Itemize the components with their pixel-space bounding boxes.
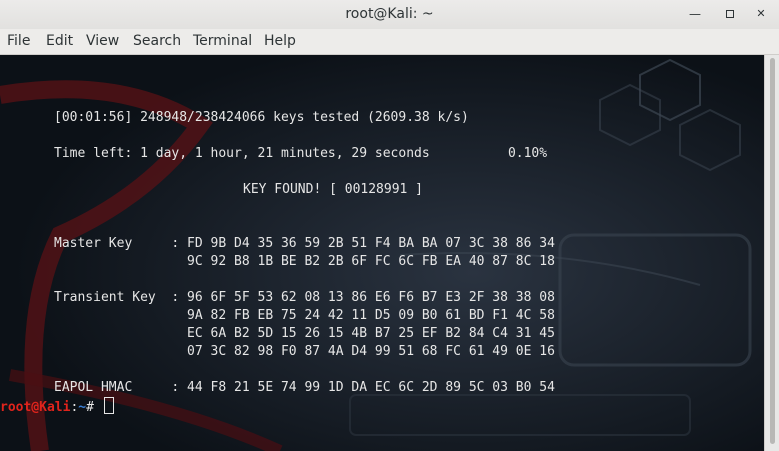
vertical-scrollbar[interactable] <box>764 55 779 451</box>
transient-key-line-3: EC 6A B2 5D 15 26 15 4B B7 25 EF B2 84 C… <box>54 326 555 341</box>
transient-key-line-2: 9A 82 FB EB 75 24 42 11 D5 09 B0 61 BD F… <box>54 308 555 323</box>
maximize-icon[interactable] <box>721 5 739 23</box>
window-title: root@Kali: ~ <box>345 6 434 22</box>
transient-key-line-1: Transient Key : 96 6F 5F 53 62 08 13 86 … <box>54 290 555 305</box>
shell-prompt[interactable]: root@Kali:~# <box>0 397 114 417</box>
master-key-line-1: Master Key : FD 9B D4 35 36 59 2B 51 F4 … <box>54 236 555 251</box>
terminal-output[interactable]: [00:01:56] 248948/238424066 keys tested … <box>0 55 764 451</box>
scrollbar-thumb[interactable] <box>770 58 775 444</box>
menu-terminal[interactable]: Terminal <box>193 33 252 49</box>
prompt-user-host: root@Kali <box>0 400 71 415</box>
menu-view[interactable]: View <box>86 33 119 49</box>
title-bar[interactable]: root@Kali: ~ — ✕ <box>0 0 779 30</box>
text-cursor <box>103 397 114 414</box>
menu-bar: File Edit View Search Terminal Help <box>0 29 779 55</box>
transient-key-line-4: 07 3C 82 98 F0 87 4A D4 99 51 68 FC 61 4… <box>54 344 555 359</box>
menu-file[interactable]: File <box>7 33 30 49</box>
time-left-line: Time left: 1 day, 1 hour, 21 minutes, 29… <box>54 146 548 161</box>
menu-help[interactable]: Help <box>264 33 296 49</box>
master-key-line-2: 9C 92 B8 1B BE B2 2B 6F FC 6C FB EA 40 8… <box>54 254 555 269</box>
keys-tested-line: [00:01:56] 248948/238424066 keys tested … <box>54 110 469 125</box>
minimize-icon[interactable]: — <box>686 5 704 23</box>
close-icon[interactable]: ✕ <box>752 5 770 23</box>
prompt-path: ~ <box>78 400 87 415</box>
terminal-window: root@Kali: ~ — ✕ File Edit View Search T… <box>0 0 779 451</box>
menu-edit[interactable]: Edit <box>46 33 73 49</box>
key-found-line: KEY FOUND! [ 00128991 ] <box>243 182 424 197</box>
menu-search[interactable]: Search <box>133 33 181 49</box>
prompt-symbol: # <box>86 400 102 415</box>
eapol-hmac-line: EAPOL HMAC : 44 F8 21 5E 74 99 1D DA EC … <box>54 380 555 395</box>
